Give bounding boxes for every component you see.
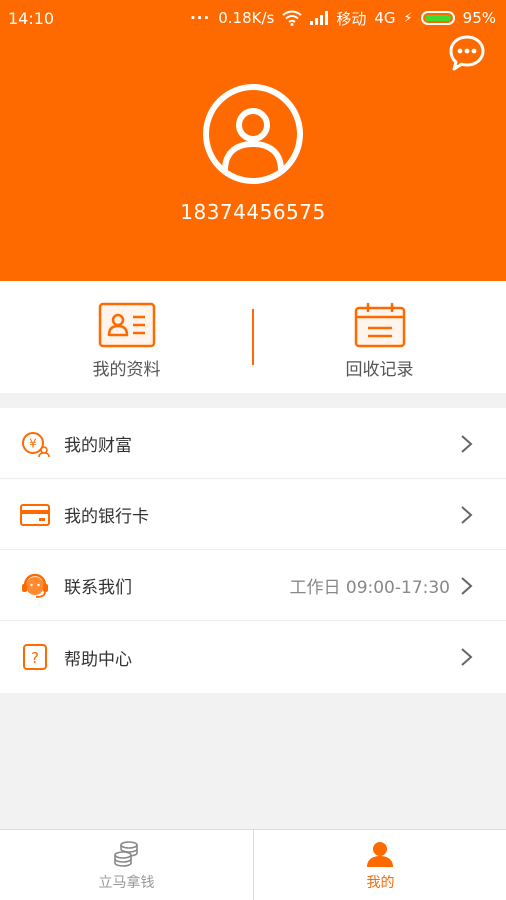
menu-item-label: 帮助中心 [64,649,132,670]
menu-item-wealth[interactable]: ¥ 我的财富 [0,408,506,479]
menu-item-help[interactable]: ? 帮助中心 [0,621,506,693]
user-icon [367,842,393,867]
quick-item-profile[interactable]: 我的资料 [0,281,253,393]
quick-item-records[interactable]: 回收记录 [253,281,506,393]
tab-label: 立马拿钱 [98,875,155,891]
avatar[interactable] [203,84,303,184]
quick-actions: 我的资料 回收记录 [0,281,506,393]
svg-text:¥: ¥ [29,437,37,451]
chevron-right-icon [461,435,473,453]
tab-label: 我的 [366,875,395,891]
wealth-icon: ¥ [22,432,50,458]
tab-mine[interactable]: 我的 [254,830,506,900]
help-icon: ? [23,644,47,670]
more-dots-icon: ··· [190,9,211,27]
svg-text:?: ? [31,649,39,667]
menu-item-label: 我的财富 [64,435,132,456]
user-phone: 18374456575 [180,200,326,224]
network-type: 4G [374,9,396,27]
message-icon[interactable] [448,34,486,72]
menu-item-bank-card[interactable]: 我的银行卡 [0,479,506,550]
status-time: 14:10 [8,8,55,28]
menu-item-contact[interactable]: 联系我们 工作日 09:00-17:30 [0,550,506,621]
menu-list: ¥ 我的财富 我的银行卡 联系我们 工作日 09:00-17:30 ? 帮助中心 [0,408,506,693]
wifi-icon [282,10,302,26]
battery-percent: 95% [462,9,496,27]
signal-icon [310,11,329,25]
chevron-right-icon [461,648,473,666]
headset-icon [22,573,48,598]
network-speed: 0.18K/s [218,9,275,27]
quick-item-label: 回收记录 [345,360,414,380]
battery-icon [420,11,455,25]
user-avatar-icon [222,108,284,171]
profile-header: 14:10 ··· 0.18K/s 移动 4G ⚡ 95% 1837445657… [0,0,506,281]
bottom-nav: 立马拿钱 我的 [0,829,506,900]
working-hours: 工作日 09:00-17:30 [289,577,450,598]
chevron-right-icon [461,577,473,595]
menu-item-label: 我的银行卡 [64,506,149,527]
status-bar: 14:10 ··· 0.18K/s 移动 4G ⚡ 95% [0,0,506,36]
tab-get-money[interactable]: 立马拿钱 [0,830,253,900]
quick-item-label: 我的资料 [92,360,161,380]
carrier-label: 移动 [336,9,367,28]
coins-icon [114,841,138,867]
id-card-icon [98,302,156,348]
status-indicators: ··· 0.18K/s 移动 4G ⚡ 95% [190,8,496,29]
bank-card-icon [20,504,50,526]
chevron-right-icon [461,506,473,524]
calendar-icon [354,303,406,348]
charging-icon: ⚡ [403,10,413,26]
menu-item-label: 联系我们 [64,577,132,598]
